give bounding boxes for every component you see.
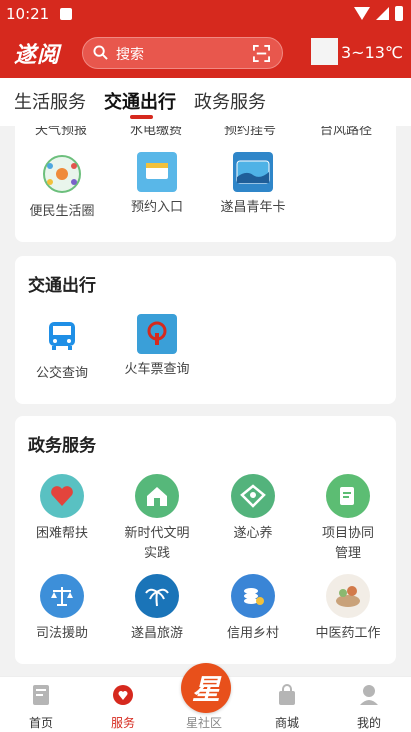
nav-mall[interactable]: 商城: [252, 683, 322, 731]
coins-star-icon: [231, 574, 275, 618]
notification-icon: [60, 8, 72, 20]
service-label: 火车票查询: [124, 362, 190, 377]
cut-item-label: 水电缴费: [129, 126, 182, 138]
nav-profile[interactable]: 我的: [334, 683, 404, 731]
status-time: 10:21: [6, 5, 50, 23]
status-bar: 10:21: [0, 0, 411, 28]
wifi-icon: [354, 7, 370, 20]
train-ticket-icon: [137, 314, 177, 354]
services-icon: [113, 685, 133, 705]
service-civilization[interactable]: 新时代文明实践: [112, 474, 202, 564]
service-booking[interactable]: 预约入口: [112, 152, 202, 218]
service-label: 遂昌旅游: [130, 626, 183, 641]
youth-card-icon: [233, 152, 273, 192]
service-label: 遂昌青年卡: [220, 200, 286, 215]
service-tcm[interactable]: 中医药工作: [303, 574, 393, 644]
service-train[interactable]: 火车票查询: [112, 314, 202, 380]
active-tab-indicator: [130, 115, 153, 119]
service-community[interactable]: 便民生活圈: [17, 152, 107, 222]
nav-label: 商城: [274, 716, 299, 730]
card-title: 交通出行: [28, 276, 96, 296]
document-edit-icon: [326, 474, 370, 518]
search-icon: [93, 45, 108, 60]
bus-icon: [40, 314, 84, 358]
home-care-icon: [231, 474, 275, 518]
app-logo: 遂阅: [14, 42, 61, 68]
card-title: 政务服务: [28, 436, 96, 456]
nav-label: 首页: [28, 716, 53, 730]
search-bar[interactable]: 搜索: [82, 37, 283, 69]
life-services-card: 天气预报 水电缴费 预约挂号 台风路径 便民生活圈 预约入口 遂昌青年卡: [15, 126, 396, 242]
cut-item-label: 预约挂号: [223, 126, 276, 138]
service-youth-card[interactable]: 遂昌青年卡: [208, 152, 298, 218]
service-elderly-care[interactable]: 遂心养: [208, 474, 298, 544]
bottom-nav: 首页 服务 星 星社区 商城 我的: [0, 663, 411, 732]
tab-government[interactable]: 政务服务: [194, 88, 266, 114]
service-label: 项目协同管理: [321, 526, 374, 561]
cut-item-label: 天气预报: [34, 126, 87, 138]
heart-hand-icon: [40, 474, 84, 518]
service-label: 便民生活圈: [29, 204, 95, 219]
app-header: 遂阅 搜索 3~13℃: [0, 28, 411, 78]
weather-temperature[interactable]: 3~13℃: [341, 43, 403, 62]
cut-item-label: 台风路径: [319, 126, 372, 138]
home-icon: [33, 685, 49, 705]
service-label: 司法援助: [35, 626, 88, 641]
service-label: 中医药工作: [315, 626, 381, 641]
traffic-card: 交通出行 公交查询 火车票查询: [15, 256, 396, 404]
service-label: 困难帮扶: [35, 526, 88, 541]
service-project-mgmt[interactable]: 项目协同管理: [303, 474, 393, 564]
nav-home[interactable]: 首页: [6, 683, 76, 731]
service-hardship-aid[interactable]: 困难帮扶: [17, 474, 107, 544]
shopping-bag-icon: [279, 684, 295, 705]
services-content[interactable]: 天气预报 水电缴费 预约挂号 台风路径 便民生活圈 预约入口 遂昌青年卡 交通出…: [0, 126, 411, 676]
nav-label: 我的: [356, 716, 381, 730]
herbal-medicine-icon: [326, 574, 370, 618]
service-label: 遂心养: [233, 526, 273, 541]
government-card: 政务服务 困难帮扶 新时代文明实践 遂心养 项目协同管理 司法援助 遂昌旅游 信…: [15, 416, 396, 664]
service-tabs: 生活服务 交通出行 政务服务: [0, 78, 411, 126]
service-credit-village[interactable]: 信用乡村: [208, 574, 298, 644]
tab-life-services[interactable]: 生活服务: [14, 88, 86, 114]
profile-icon: [360, 685, 378, 705]
service-label: 预约入口: [130, 200, 183, 215]
scales-icon: [40, 574, 84, 618]
weather-icon[interactable]: [311, 38, 338, 65]
status-indicators: [354, 6, 403, 21]
search-placeholder: 搜索: [116, 47, 144, 63]
service-bus[interactable]: 公交查询: [17, 314, 107, 384]
battery-icon: [395, 6, 403, 21]
community-map-icon: [40, 152, 84, 196]
building-icon: [135, 474, 179, 518]
palm-tree-icon: [135, 574, 179, 618]
star-community-button[interactable]: 星: [181, 663, 231, 713]
service-label: 新时代文明实践: [124, 526, 190, 561]
service-label: 公交查询: [35, 366, 88, 381]
tab-traffic[interactable]: 交通出行: [104, 88, 176, 114]
service-tourism[interactable]: 遂昌旅游: [112, 574, 202, 644]
nav-services[interactable]: 服务: [88, 683, 158, 731]
service-legal-aid[interactable]: 司法援助: [17, 574, 107, 644]
signal-icon: [376, 7, 389, 20]
nav-label: 服务: [110, 716, 135, 730]
service-label: 信用乡村: [226, 626, 279, 641]
nav-label[interactable]: 星社区: [186, 714, 222, 731]
booking-entry-icon: [137, 152, 177, 192]
scan-icon[interactable]: [253, 45, 270, 62]
